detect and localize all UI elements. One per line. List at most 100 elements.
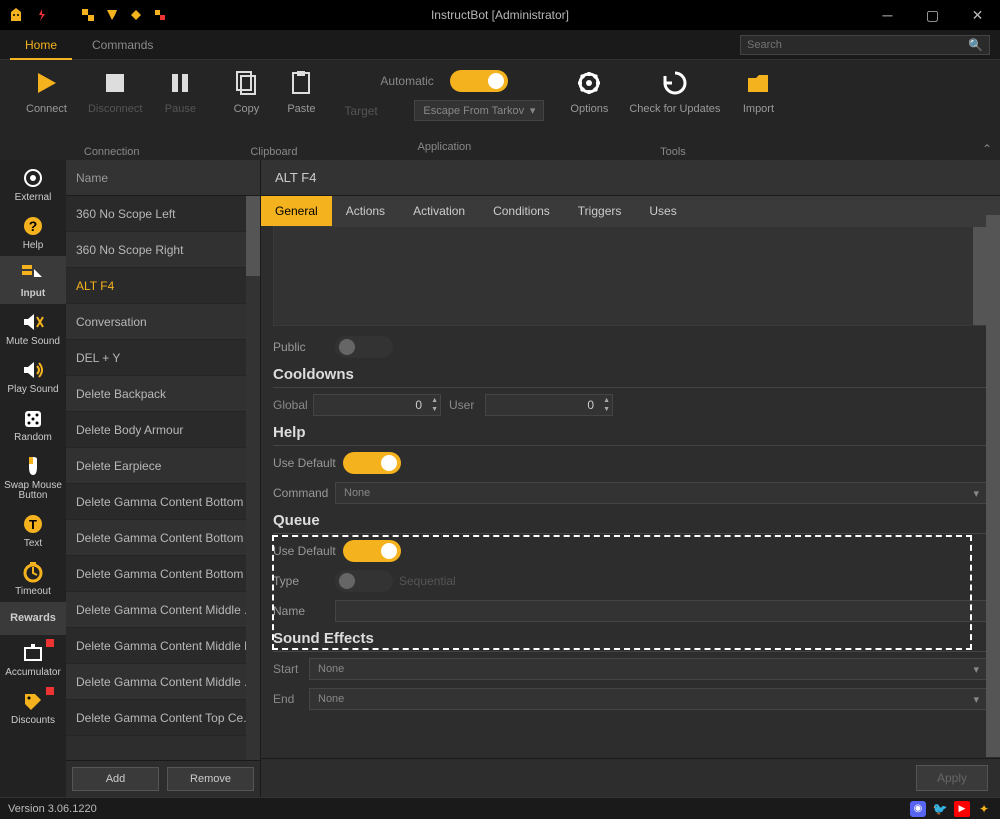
apply-button[interactable]: Apply: [916, 765, 988, 791]
list-header[interactable]: Name: [66, 160, 260, 196]
sidebar-item-swap[interactable]: Swap Mouse Button: [0, 448, 66, 506]
copy-button[interactable]: Copy: [221, 65, 271, 117]
sidebar-item-play[interactable]: Play Sound: [0, 352, 66, 400]
type-label: Type: [273, 574, 335, 588]
target-dropdown[interactable]: Escape From Tarkov ▾: [414, 100, 544, 121]
remove-button[interactable]: Remove: [167, 767, 254, 791]
list-item[interactable]: Delete Gamma Content Bottom ...: [66, 520, 260, 556]
maximize-button[interactable]: ▢: [910, 0, 955, 30]
list-item[interactable]: 360 No Scope Right: [66, 232, 260, 268]
end-label: End: [273, 692, 309, 706]
list-item[interactable]: Conversation: [66, 304, 260, 340]
sidebar-item-external[interactable]: External: [0, 160, 66, 208]
tab-triggers[interactable]: Triggers: [564, 196, 636, 226]
add-button[interactable]: Add: [72, 767, 159, 791]
group-tools: Tools: [660, 146, 686, 160]
toolbar-icon-1[interactable]: [80, 7, 96, 23]
scrollbar[interactable]: [973, 227, 987, 325]
queue-type-toggle[interactable]: [335, 570, 393, 592]
list-item[interactable]: 360 No Scope Left: [66, 196, 260, 232]
tab-uses[interactable]: Uses: [635, 196, 690, 226]
content-title: ALT F4: [261, 160, 1000, 196]
connect-button[interactable]: Connect: [18, 65, 75, 117]
minimize-button[interactable]: ─: [865, 0, 910, 30]
app-icon: [8, 7, 24, 23]
help-default-toggle[interactable]: [343, 452, 401, 474]
search-box[interactable]: 🔍: [740, 35, 990, 55]
plug-icon: [34, 7, 50, 23]
queue-default-toggle[interactable]: [343, 540, 401, 562]
command-list[interactable]: 360 No Scope Left 360 No Scope Right ALT…: [66, 196, 260, 760]
automatic-toggle[interactable]: [450, 70, 508, 92]
notification-dot: [46, 639, 54, 647]
list-item[interactable]: Delete Body Armour: [66, 412, 260, 448]
options-button[interactable]: Options: [562, 65, 616, 117]
list-item[interactable]: Delete Backpack: [66, 376, 260, 412]
group-clipboard: Clipboard: [250, 146, 297, 160]
list-item[interactable]: Delete Gamma Content Top Ce...: [66, 700, 260, 736]
ribbon-collapse-icon[interactable]: ⌃: [982, 142, 992, 156]
list-item[interactable]: Delete Gamma Content Middle L...: [66, 628, 260, 664]
close-button[interactable]: ✕: [955, 0, 1000, 30]
toolbar-icon-3[interactable]: [128, 7, 144, 23]
list-item[interactable]: Delete Gamma Content Bottom ...: [66, 484, 260, 520]
queue-default-label: Use Default: [273, 544, 343, 558]
queue-name-input[interactable]: [335, 600, 988, 622]
sidebar-item-input[interactable]: Input: [0, 256, 66, 304]
global-input[interactable]: 0▲▼: [313, 394, 441, 416]
sound-title: Sound Effects: [273, 630, 988, 652]
group-connection: Connection: [84, 146, 140, 160]
global-label: Global: [273, 398, 313, 412]
description-box[interactable]: [273, 226, 988, 326]
tab-actions[interactable]: Actions: [332, 196, 399, 226]
search-input[interactable]: [747, 39, 968, 51]
twitter-icon[interactable]: 🐦: [932, 801, 948, 817]
sidebar-item-random[interactable]: Random: [0, 400, 66, 448]
discord-icon[interactable]: ◉: [910, 801, 926, 817]
menu-commands[interactable]: Commands: [77, 30, 168, 60]
public-label: Public: [273, 340, 335, 354]
list-item[interactable]: DEL + Y: [66, 340, 260, 376]
sidebar-item-mute[interactable]: Mute Sound: [0, 304, 66, 352]
toolbar-icon-4[interactable]: [152, 7, 168, 23]
notification-dot: [46, 687, 54, 695]
cooldowns-title: Cooldowns: [273, 366, 988, 388]
tab-activation[interactable]: Activation: [399, 196, 479, 226]
disconnect-button: Disconnect: [80, 65, 150, 117]
list-item[interactable]: ALT F4: [66, 268, 260, 304]
content-scrollbar[interactable]: [986, 215, 1000, 757]
list-item[interactable]: Delete Gamma Content Bottom ...: [66, 556, 260, 592]
status-icon[interactable]: ✦: [976, 801, 992, 817]
sidebar-item-accumulator[interactable]: Accumulator: [0, 635, 66, 683]
sidebar-item-timeout[interactable]: Timeout: [0, 554, 66, 602]
start-label: Start: [273, 662, 309, 676]
search-icon[interactable]: 🔍: [968, 38, 983, 52]
paste-button[interactable]: Paste: [276, 65, 326, 117]
name-label: Name: [273, 604, 335, 618]
target-label: Target: [344, 104, 404, 118]
tab-general[interactable]: General: [261, 196, 332, 226]
sidebar-item-text[interactable]: TText: [0, 506, 66, 554]
sidebar-item-rewards[interactable]: Rewards: [0, 602, 66, 635]
scrollbar[interactable]: [246, 196, 260, 760]
command-select[interactable]: None▾: [335, 482, 988, 504]
list-item[interactable]: Delete Gamma Content Middle ...: [66, 664, 260, 700]
sidebar-item-help[interactable]: ?Help: [0, 208, 66, 256]
group-application: Application: [417, 141, 471, 155]
toolbar-icon-2[interactable]: [104, 7, 120, 23]
menu-home[interactable]: Home: [10, 30, 72, 60]
user-input[interactable]: 0▲▼: [485, 394, 613, 416]
check-updates-button[interactable]: Check for Updates: [621, 65, 728, 117]
youtube-icon[interactable]: ▶: [954, 801, 970, 817]
start-select[interactable]: None▾: [309, 658, 988, 680]
list-item[interactable]: Delete Gamma Content Middle ...: [66, 592, 260, 628]
queue-title: Queue: [273, 512, 988, 534]
public-toggle[interactable]: [335, 336, 393, 358]
automatic-label: Automatic: [380, 74, 440, 88]
import-button[interactable]: Import: [733, 65, 783, 117]
end-select[interactable]: None▾: [309, 688, 988, 710]
list-item[interactable]: Delete Earpiece: [66, 448, 260, 484]
sidebar: External ?Help Input Mute Sound Play Sou…: [0, 160, 66, 797]
tab-conditions[interactable]: Conditions: [479, 196, 564, 226]
sidebar-item-discounts[interactable]: Discounts: [0, 683, 66, 731]
